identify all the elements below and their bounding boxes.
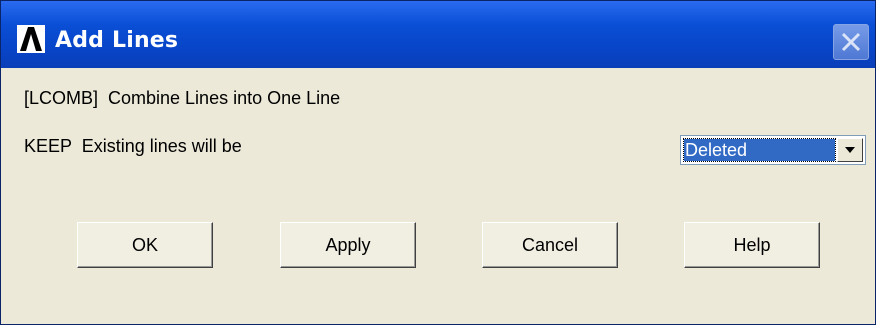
ok-button[interactable]: OK — [77, 222, 213, 268]
add-lines-dialog: Add Lines [LCOMB] Combine Lines into One… — [0, 0, 876, 325]
dropdown-arrow-button[interactable] — [837, 138, 863, 162]
keep-label: KEEP Existing lines will be — [24, 136, 242, 156]
help-button[interactable]: Help — [684, 222, 820, 268]
window-title: Add Lines — [55, 28, 179, 53]
keep-dropdown-value[interactable]: Deleted — [683, 138, 836, 162]
title-bar[interactable]: Add Lines — [1, 1, 875, 68]
apply-button[interactable]: Apply — [280, 222, 416, 268]
dialog-body: [LCOMB] Combine Lines into One Line KEEP… — [4, 68, 872, 321]
close-button[interactable] — [833, 24, 869, 60]
keep-dropdown[interactable]: Deleted — [680, 135, 866, 165]
close-icon — [841, 32, 861, 52]
cancel-button[interactable]: Cancel — [482, 222, 618, 268]
ansys-logo-icon — [17, 25, 45, 53]
command-label: [LCOMB] Combine Lines into One Line — [24, 88, 341, 108]
chevron-down-icon — [845, 147, 855, 153]
